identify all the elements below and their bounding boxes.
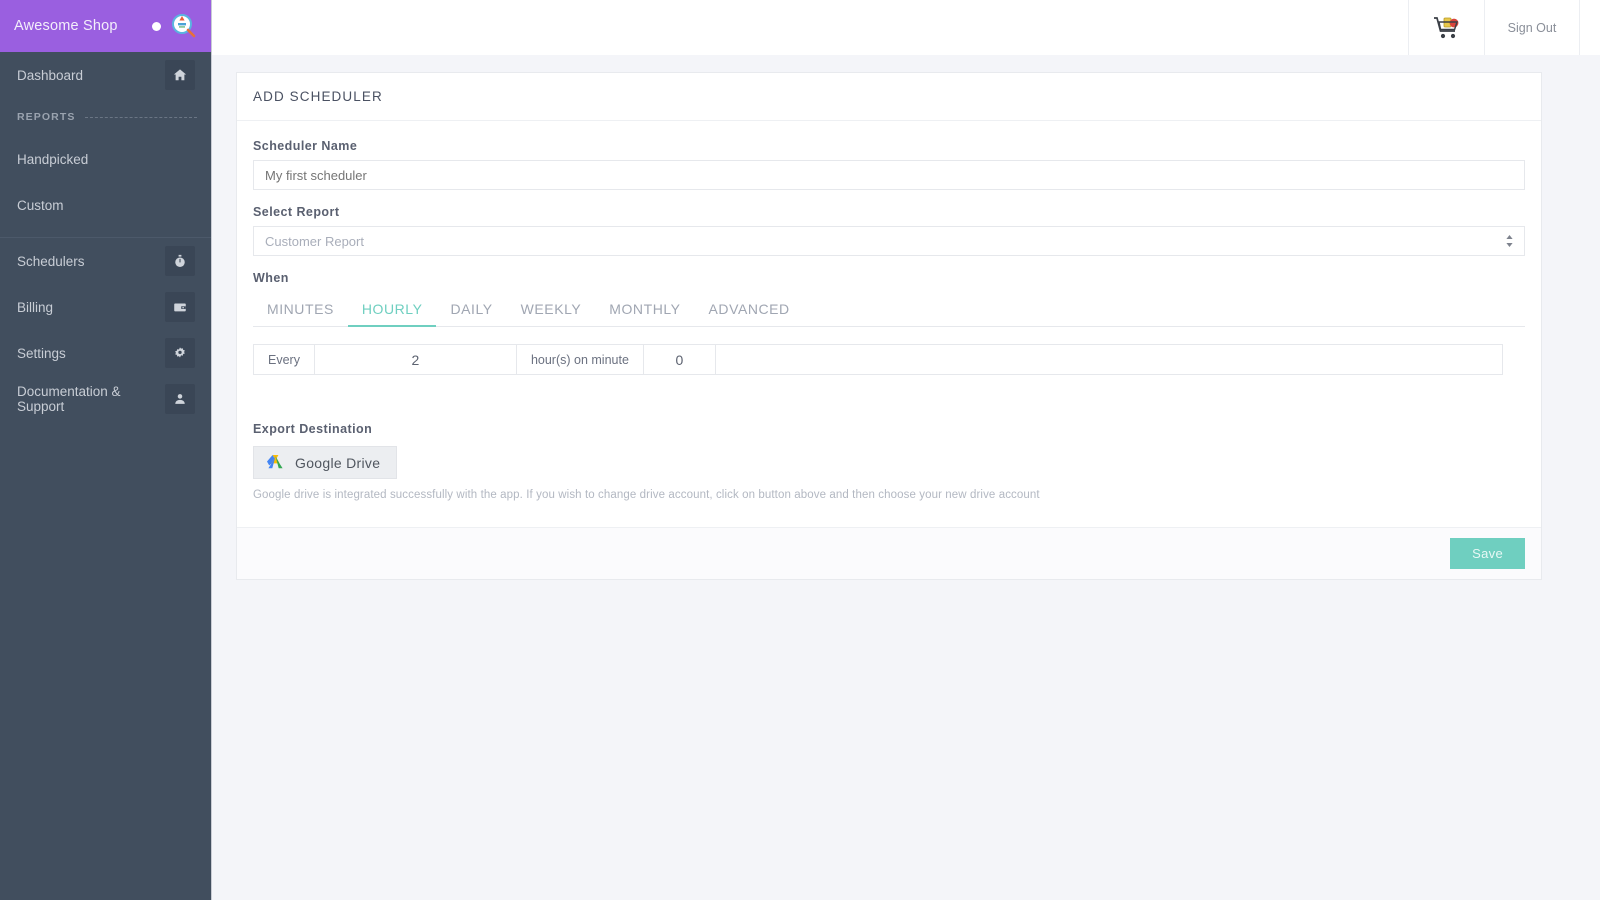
sidebar-item-settings[interactable]: Settings [0, 330, 211, 376]
frequency-middle-label: hour(s) on minute [516, 345, 644, 374]
card-header: ADD SCHEDULER [237, 73, 1541, 121]
scheduler-name-field: Scheduler Name [253, 139, 1525, 190]
page-title: ADD SCHEDULER [253, 89, 383, 104]
export-destination-section: Export Destination Google Drive Google d… [253, 422, 1525, 501]
cart-button[interactable] [1408, 0, 1484, 55]
main-content: ADD SCHEDULER Scheduler Name Select Repo… [212, 55, 1600, 900]
frequency-minute-input[interactable] [643, 345, 716, 374]
tab-advanced[interactable]: ADVANCED [695, 292, 804, 327]
signout-label: Sign Out [1507, 20, 1557, 35]
stopwatch-icon [165, 246, 195, 276]
when-tabs: MINUTES HOURLY DAILY WEEKLY MONTHLY ADVA… [253, 292, 1525, 327]
tab-weekly[interactable]: WEEKLY [507, 292, 596, 327]
top-bar: Sign Out [212, 0, 1600, 55]
shopping-cart-icon [1432, 14, 1462, 42]
sidebar-item-label: Billing [17, 299, 54, 315]
wallet-icon [165, 292, 195, 322]
brand-header: Awesome Shop [0, 0, 211, 52]
card-footer: Save [237, 527, 1541, 579]
sidebar-item-billing[interactable]: Billing [0, 284, 211, 330]
scheduler-name-input[interactable] [253, 160, 1525, 190]
sidebar-item-label: Handpicked [17, 151, 89, 167]
google-drive-status-note: Google drive is integrated successfully … [253, 489, 1040, 501]
frequency-row: Every hour(s) on minute [253, 344, 1503, 375]
add-scheduler-card: ADD SCHEDULER Scheduler Name Select Repo… [236, 72, 1542, 580]
when-label: When [253, 271, 289, 285]
card-body: Scheduler Name Select Report Customer Re… [237, 121, 1541, 509]
gear-icon [165, 338, 195, 368]
sidebar-item-schedulers[interactable]: Schedulers [0, 238, 211, 284]
google-drive-icon [266, 454, 285, 471]
frequency-hours-input[interactable] [314, 345, 517, 374]
tab-hourly[interactable]: HOURLY [347, 292, 437, 327]
sidebar-group-divider [85, 116, 197, 118]
sidebar-item-documentation-support[interactable]: Documentation & Support [0, 376, 211, 422]
support-agent-icon [165, 384, 195, 414]
brand-name: Awesome Shop [14, 18, 118, 34]
save-button[interactable]: Save [1450, 538, 1525, 569]
export-destination-label: Export Destination [253, 422, 373, 436]
sidebar-item-label: Custom [17, 197, 64, 213]
sidebar-group-reports: REPORTS [0, 98, 211, 136]
sidebar-item-custom[interactable]: Custom [0, 182, 211, 228]
frequency-prefix-label: Every [254, 345, 315, 374]
sidebar: Awesome Shop Dashboard REPORTS Handpicke… [0, 0, 212, 900]
scheduler-name-label: Scheduler Name [253, 139, 358, 153]
google-drive-button-label: Google Drive [295, 454, 381, 471]
select-report-wrapper: Customer Report [253, 226, 1525, 256]
tab-daily[interactable]: DAILY [436, 292, 506, 327]
signout-button[interactable]: Sign Out [1484, 0, 1580, 55]
sidebar-item-handpicked[interactable]: Handpicked [0, 136, 211, 182]
search-analytics-icon[interactable] [171, 13, 197, 39]
status-dot-icon [152, 21, 161, 31]
sidebar-item-label: Documentation & Support [17, 384, 121, 414]
select-report-dropdown[interactable]: Customer Report [253, 226, 1525, 256]
frequency-row-filler [716, 345, 1502, 374]
select-report-label: Select Report [253, 205, 340, 219]
sidebar-item-label: Settings [17, 345, 66, 361]
select-report-field: Select Report Customer Report [253, 205, 1525, 256]
home-icon [165, 60, 195, 90]
updown-chevron-icon [1505, 234, 1514, 248]
tab-monthly[interactable]: MONTHLY [595, 292, 694, 327]
when-section: When MINUTES HOURLY DAILY WEEKLY MONTHLY… [253, 271, 1525, 375]
sidebar-item-label: Schedulers [17, 253, 85, 269]
sidebar-group-label: REPORTS [17, 111, 76, 123]
sidebar-item-dashboard[interactable]: Dashboard [0, 52, 211, 98]
tab-minutes[interactable]: MINUTES [253, 292, 348, 327]
google-drive-button[interactable]: Google Drive [253, 446, 398, 479]
sidebar-item-label: Dashboard [17, 67, 84, 83]
